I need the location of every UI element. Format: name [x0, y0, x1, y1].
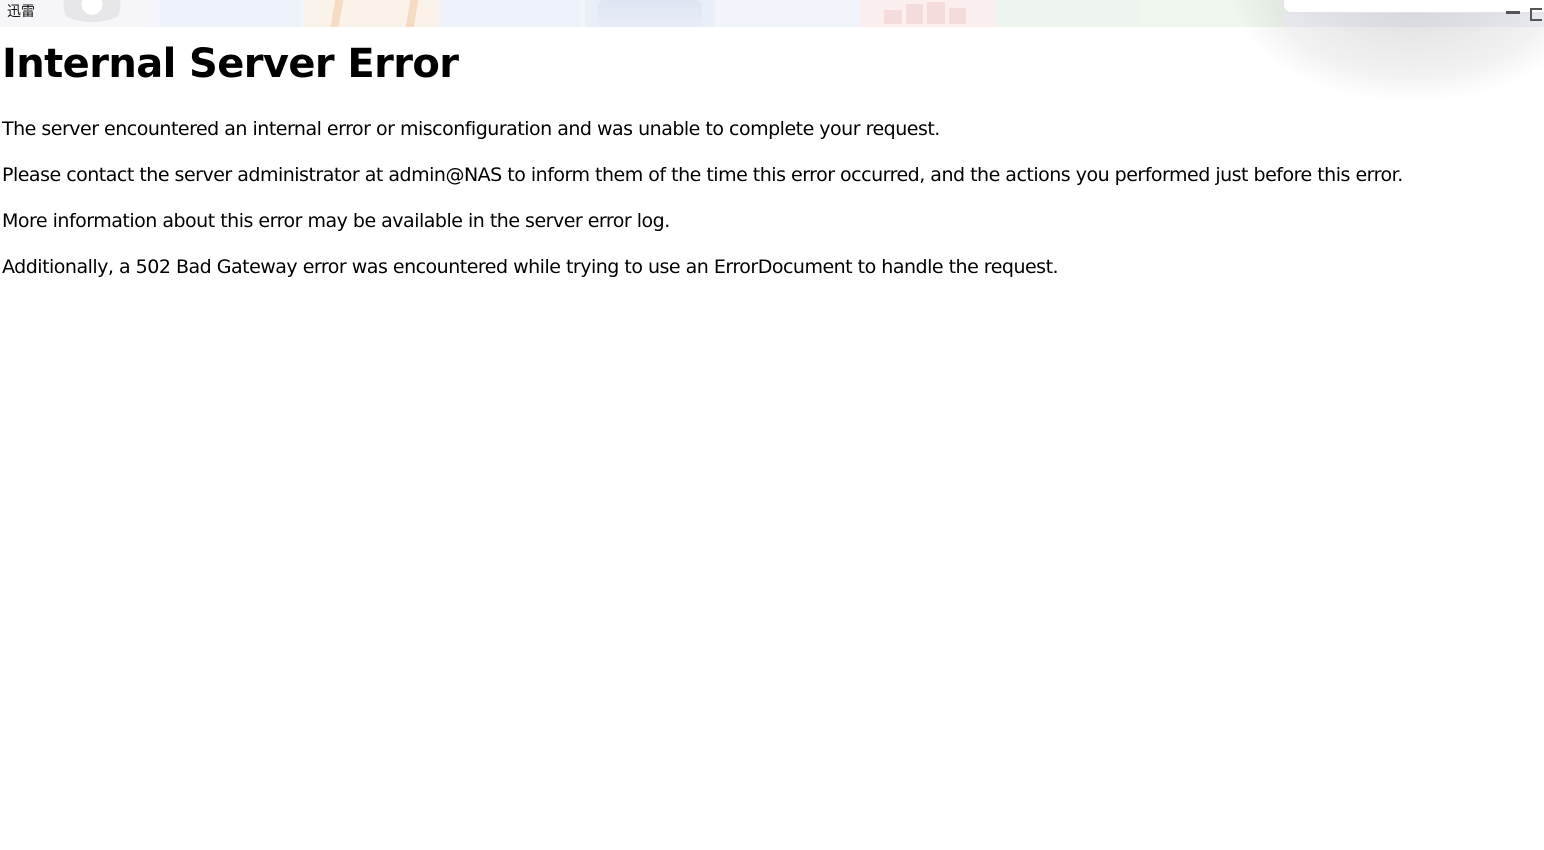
contact-message: Please contact the server administrator …: [2, 164, 1403, 186]
desktop-tile: [440, 0, 580, 27]
window-controls: [1500, 0, 1544, 27]
app-icon: [884, 2, 966, 24]
desktop-tile: [160, 0, 300, 27]
app-icon: [323, 0, 423, 27]
minimize-icon[interactable]: [1506, 11, 1520, 14]
page-title: Internal Server Error: [2, 41, 459, 87]
log-message: More information about this error may be…: [2, 210, 670, 232]
desktop-tile: [1140, 0, 1285, 27]
restore-icon[interactable]: [1530, 8, 1542, 21]
app-icon: [598, 0, 702, 27]
window-title: 迅雷: [7, 4, 35, 20]
desktop-tile: [995, 0, 1140, 27]
desktop-tile: [720, 0, 860, 27]
gateway-message: Additionally, a 502 Bad Gateway error wa…: [2, 256, 1059, 278]
error-message: The server encountered an internal error…: [2, 118, 940, 140]
error-document: Internal Server Error The server encount…: [2, 39, 1532, 278]
